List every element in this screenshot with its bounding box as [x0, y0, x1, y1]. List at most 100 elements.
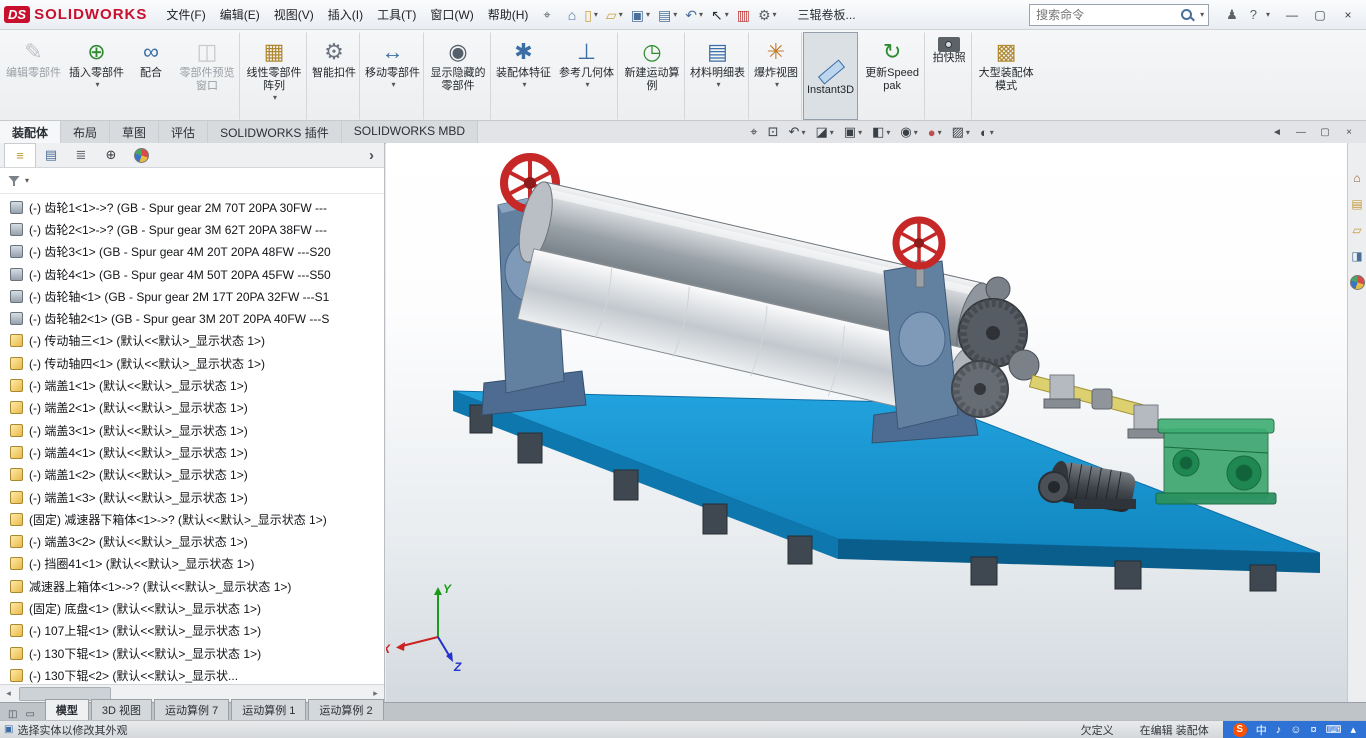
appearances-scenes-tab[interactable] [1349, 273, 1366, 291]
commandmanager-tab[interactable]: SOLIDWORKS MBD [341, 121, 479, 143]
dropdown-arrow-icon[interactable]: ▾ [966, 128, 970, 137]
menu-item[interactable]: 插入(I) [321, 4, 370, 25]
doc-restore-button[interactable]: ▢ [1314, 127, 1336, 138]
take-snapshot-button[interactable]: 拍快照 ▾ [926, 32, 973, 120]
doc-minimize-button[interactable]: — [1290, 127, 1312, 138]
study-tab[interactable]: 3D 视图 [90, 699, 153, 720]
commandmanager-tab[interactable]: 草图 [110, 121, 160, 143]
tree-item[interactable]: (-) 130下辊<1> (默认<<默认>_显示状态 1>) [0, 642, 384, 664]
menu-item[interactable]: 文件(F) [159, 4, 212, 25]
configurationmanager-tab[interactable]: ≣ [66, 143, 96, 167]
tray-expand-icon[interactable]: ▴ [1350, 723, 1356, 736]
graphics-area[interactable]: Y X Z [386, 143, 1347, 702]
filter-dropdown-icon[interactable]: ▾ [25, 176, 29, 185]
tree-item[interactable]: (-) 端盖4<1> (默认<<默认>_显示状态 1>) [0, 441, 384, 463]
insert-components-button[interactable]: ⊕ 插入零部件 ▾ [65, 32, 128, 120]
dropdown-arrow-icon[interactable]: ▾ [858, 128, 862, 137]
tree-item[interactable]: (-) 端盖3<2> (默认<<默认>_显示状态 1>) [0, 530, 384, 552]
dropdown-arrow-icon[interactable]: ▾ [699, 10, 703, 19]
dropdown-arrow-icon[interactable]: ▾ [522, 80, 526, 89]
tree-item[interactable]: (-) 齿轮2<1>->? (GB - Spur gear 3M 62T 20P… [0, 218, 384, 240]
view-orientation-button[interactable]: ▣ ▾ [840, 124, 866, 140]
move-component-button[interactable]: ↔ 移动零部件 ▾ [361, 32, 424, 120]
tree-item[interactable]: (-) 齿轮轴2<1> (GB - Spur gear 3M 20T 20PA … [0, 307, 384, 329]
home-button[interactable]: ⌂ ▾ [565, 6, 579, 24]
dropdown-arrow-icon[interactable]: ▾ [990, 128, 994, 137]
dropdown-arrow-icon[interactable]: ▾ [391, 80, 395, 89]
doc-close-button[interactable]: × [1338, 127, 1360, 138]
dropdown-arrow-icon[interactable]: ▾ [775, 80, 779, 89]
dropdown-arrow-icon[interactable]: ▾ [914, 128, 918, 137]
tree-item[interactable]: (固定) 底盘<1> (默认<<默认>_显示状态 1>) [0, 597, 384, 619]
edit-component-button[interactable]: ✎ 编辑零部件 ▾ [2, 32, 65, 120]
dropdown-arrow-icon[interactable]: ▾ [773, 10, 777, 19]
tree-item[interactable]: (-) 130下辊<2> (默认<<默认>_显示状... [0, 664, 384, 684]
dropdown-arrow-icon[interactable]: ▾ [619, 10, 623, 19]
select-button[interactable]: ↖ ▾ [708, 6, 732, 24]
dimxpertmanager-tab[interactable]: ⊕ [96, 143, 126, 167]
restore-button[interactable]: ▢ [1306, 5, 1334, 25]
previous-window-button[interactable]: ◄ [1266, 127, 1288, 138]
featuremanager-tab[interactable]: ≡ [4, 143, 36, 167]
ime-chinese-indicator[interactable]: 中 [1256, 722, 1267, 738]
menu-item[interactable]: 帮助(H) [481, 4, 536, 25]
dropdown-arrow-icon[interactable]: ▾ [938, 128, 942, 137]
file-explorer-tab[interactable]: ▱ [1349, 221, 1366, 239]
dropdown-arrow-icon[interactable]: ▾ [725, 10, 729, 19]
bill-of-materials-button[interactable]: ▤ 材料明细表 ▾ [686, 32, 749, 120]
view-settings-button[interactable]: ◐ ▾ [976, 125, 998, 140]
sogou-input-icon[interactable]: S [1232, 722, 1247, 737]
study-tab[interactable]: 运动算例 7 [154, 699, 230, 720]
tree-item[interactable]: (-) 端盖2<1> (默认<<默认>_显示状态 1>) [0, 397, 384, 419]
tree-item[interactable]: (-) 齿轮4<1> (GB - Spur gear 4M 50T 20PA 4… [0, 263, 384, 285]
dropdown-arrow-icon[interactable]: ▾ [95, 80, 99, 89]
model-three-roll-bender[interactable]: Y X Z [386, 143, 1347, 702]
close-button[interactable]: × [1334, 5, 1362, 25]
panel-flyout-icon[interactable]: › [363, 147, 380, 164]
show-hidden-components-button[interactable]: ◉ 显示隐藏的零部件 ▾ [425, 32, 491, 120]
print-button[interactable]: ▤ ▾ [655, 6, 680, 24]
edit-appearance-button[interactable]: ● ▾ [924, 125, 946, 140]
dropdown-arrow-icon[interactable]: ▾ [716, 80, 720, 89]
help-dropdown-icon[interactable]: ▾ [1266, 10, 1270, 19]
login-icon[interactable]: ♟ [1221, 7, 1243, 23]
tree-item[interactable]: (-) 端盖1<1> (默认<<默认>_显示状态 1>) [0, 374, 384, 396]
tree-item[interactable]: (-) 端盖1<2> (默认<<默认>_显示状态 1>) [0, 464, 384, 486]
study-tab[interactable]: 运动算例 1 [231, 699, 307, 720]
commandmanager-tab[interactable]: 装配体 [0, 121, 62, 143]
commandmanager-tab[interactable]: SOLIDWORKS 插件 [208, 121, 342, 143]
view-palette-tab[interactable]: ◨ [1349, 247, 1366, 265]
dropdown-arrow-icon[interactable]: ▾ [594, 10, 598, 19]
search-input[interactable] [1034, 6, 1177, 23]
keyboard-icon[interactable]: ⌨ [1326, 723, 1342, 736]
menu-item[interactable]: 视图(V) [267, 4, 321, 25]
study-tab[interactable]: 模型 [44, 699, 89, 720]
tree-item[interactable]: (-) 齿轮轴<1> (GB - Spur gear 2M 17T 20PA 3… [0, 285, 384, 307]
dropdown-arrow-icon[interactable]: ▾ [886, 128, 890, 137]
pin-menu-icon[interactable]: ⌖ [543, 7, 550, 23]
update-speedpak-button[interactable]: ↻ 更新Speedpak ▾ [859, 32, 926, 120]
dropdown-arrow-icon[interactable]: ▾ [646, 10, 650, 19]
tree-item[interactable]: (-) 107上辊<1> (默认<<默认>_显示状态 1>) [0, 620, 384, 642]
new-motion-study-button[interactable]: ◷ 新建运动算例 ▾ [619, 32, 685, 120]
menu-item[interactable]: 工具(T) [370, 4, 423, 25]
tree-item[interactable]: (-) 齿轮3<1> (GB - Spur gear 4M 20T 20PA 4… [0, 241, 384, 263]
design-library-tab[interactable]: ▤ [1349, 195, 1366, 213]
search-icon[interactable] [1180, 8, 1194, 22]
menu-item[interactable]: 窗口(W) [423, 4, 480, 25]
dropdown-arrow-icon[interactable]: ▾ [585, 80, 589, 89]
exploded-view-button[interactable]: ✳ 爆炸视图 ▾ [750, 32, 802, 120]
study-tab[interactable]: 运动算例 2 [308, 699, 384, 720]
tree-item[interactable]: (-) 齿轮1<1>->? (GB - Spur gear 2M 70T 20P… [0, 196, 384, 218]
tree-item[interactable]: (-) 传动轴四<1> (默认<<默认>_显示状态 1>) [0, 352, 384, 374]
mic-icon[interactable]: ¤ [1310, 724, 1316, 736]
tree-item[interactable]: (-) 传动轴三<1> (默认<<默认>_显示状态 1>) [0, 330, 384, 352]
undo-button[interactable]: ↶ ▾ [682, 6, 706, 24]
component-preview-window-button[interactable]: ◫ 零部件预览窗口 ▾ [174, 32, 240, 120]
tree-item[interactable]: (-) 挡圈41<1> (默认<<默认>_显示状态 1>) [0, 553, 384, 575]
instant3d-button[interactable]: Instant3D ▾ [803, 32, 859, 120]
zoom-fit-button[interactable]: ⌖ ▾ [746, 124, 761, 140]
dropdown-arrow-icon[interactable]: ▾ [673, 10, 677, 19]
open-document-button[interactable]: ▱ ▾ [603, 6, 626, 24]
reference-geometry-button[interactable]: ⊥ 参考几何体 ▾ [555, 32, 618, 120]
